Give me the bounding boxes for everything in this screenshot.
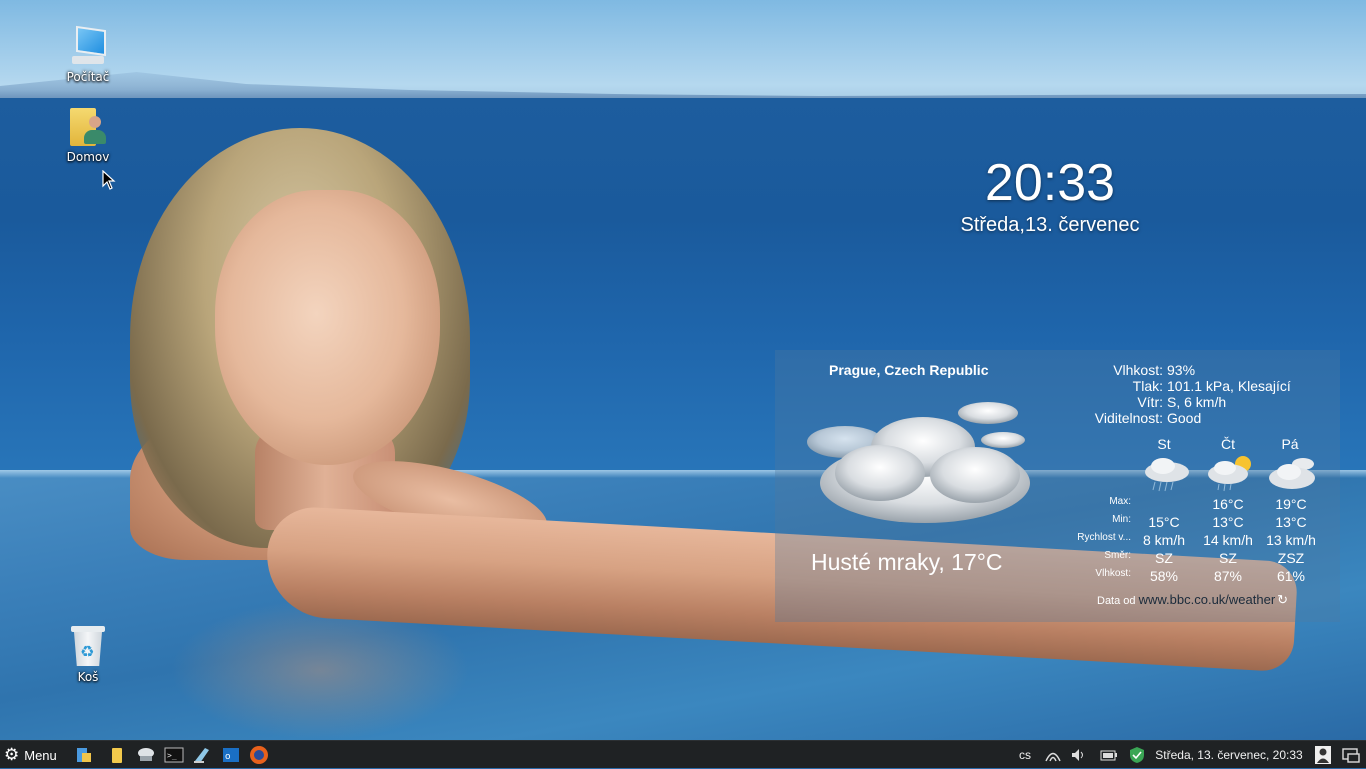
- desktop-icon-label: Počítač: [66, 70, 110, 84]
- forecast-label-wind-dir: Směr:: [1104, 550, 1131, 561]
- forecast-label-wind-speed: Rychlost v...: [1077, 532, 1131, 543]
- outlook-icon: o: [223, 748, 239, 762]
- terminal-icon: >_: [164, 747, 184, 763]
- gear-icon: ⚙: [4, 745, 20, 764]
- clock-time: 20:33: [984, 154, 1116, 212]
- weather-desklet: Prague, Czech Republic Husté mraky, 17°C…: [775, 350, 1340, 622]
- forecast-day-1: St: [1157, 436, 1171, 452]
- overcast-cloud-icon: [807, 402, 1030, 523]
- forecast-wind-dir-day-2: SZ: [1219, 550, 1237, 566]
- forecast-max-day-3: 19°C: [1275, 496, 1307, 512]
- menu-label: Menu: [24, 747, 57, 763]
- forecast-label-max: Max:: [1109, 496, 1131, 507]
- weather-source-label: Data od: [1097, 595, 1136, 607]
- home-folder-icon: [68, 106, 108, 148]
- weather-current-condition: Husté mraky, 17°C: [811, 549, 1003, 575]
- wallpaper-face: [215, 190, 440, 465]
- network-icon: [138, 748, 154, 761]
- file-manager-icon: [77, 748, 91, 762]
- svg-text:o: o: [225, 752, 231, 762]
- launcher-outlook[interactable]: o: [219, 741, 243, 769]
- weather-source: Data od www.bbc.co.uk/weather ↻: [1097, 592, 1288, 608]
- weather-source-link[interactable]: www.bbc.co.uk/weather: [1139, 592, 1276, 607]
- forecast-wind-speed-day-3: 13 km/h: [1266, 532, 1316, 548]
- desktop-icon-label: Koš: [77, 670, 99, 684]
- forecast-humidity-day-1: 58%: [1149, 568, 1179, 584]
- forecast-wind-dir-day-1: SZ: [1155, 550, 1173, 566]
- shield-icon[interactable]: [1126, 741, 1148, 769]
- show-desktop-icon[interactable]: [1340, 741, 1362, 769]
- volume-icon[interactable]: [1068, 741, 1090, 769]
- desktop-icon-label: Domov: [66, 150, 110, 164]
- launcher-terminal[interactable]: >_: [162, 741, 186, 769]
- desktop-icon-home[interactable]: Domov: [43, 106, 133, 164]
- forecast-label-min: Min:: [1112, 514, 1131, 525]
- weather-details: Vlhkost: 93% Tlak: 101.1 kPa, Klesající …: [1075, 362, 1291, 426]
- forecast-humidity-day-2: 87%: [1213, 568, 1243, 584]
- keyboard-layout-indicator[interactable]: cs: [1014, 741, 1036, 769]
- menu-button[interactable]: ⚙ Menu: [4, 741, 64, 769]
- computer-icon: [68, 25, 108, 68]
- launcher-files[interactable]: [105, 741, 129, 769]
- weather-location: Prague, Czech Republic: [829, 362, 989, 378]
- forecast-label-humidity: Vlhkost:: [1095, 568, 1131, 579]
- notes-icon: [194, 748, 209, 763]
- detail-row-wind: Vítr: S, 6 km/h: [1137, 394, 1227, 410]
- launcher-file-manager[interactable]: [72, 741, 96, 769]
- desktop-icon-computer[interactable]: Počítač: [43, 25, 133, 84]
- clock-date: Středa,13. červenec: [960, 214, 1140, 236]
- forecast-day-3: Pá: [1281, 436, 1299, 452]
- forecast-day-2: Čt: [1221, 436, 1235, 452]
- battery-icon[interactable]: [1098, 741, 1120, 769]
- forecast-max-day-2: 16°C: [1212, 496, 1244, 512]
- forecast-wind-dir-day-3: ZSZ: [1277, 550, 1305, 566]
- wifi-icon[interactable]: [1042, 741, 1064, 769]
- trash-icon: ♻: [71, 626, 105, 668]
- forecast-min-day-1: 15°C: [1148, 514, 1180, 530]
- forecast-min-day-2: 13°C: [1212, 514, 1244, 530]
- launcher-notes[interactable]: [190, 741, 214, 769]
- refresh-icon[interactable]: ↻: [1277, 592, 1288, 608]
- launcher-firefox[interactable]: [247, 741, 271, 769]
- cloud-icon: [1269, 458, 1315, 489]
- firefox-icon: [250, 746, 268, 764]
- launcher-network[interactable]: [134, 741, 158, 769]
- detail-row-humidity: Vlhkost: 93%: [1113, 362, 1196, 378]
- forecast-min-day-3: 13°C: [1275, 514, 1307, 530]
- rain-cloud-icon: [1145, 458, 1189, 492]
- taskbar-datetime[interactable]: Středa, 13. červenec, 20:33: [1152, 741, 1306, 769]
- desktop-icon-trash[interactable]: ♻ Koš: [43, 626, 133, 684]
- forecast-wind-speed-day-2: 14 km/h: [1203, 532, 1253, 548]
- detail-row-visibility: Viditelnost: Good: [1094, 410, 1202, 426]
- files-icon: [112, 748, 122, 763]
- detail-row-pressure: Tlak: 101.1 kPa, Klesající: [1132, 378, 1291, 394]
- user-icon[interactable]: [1312, 741, 1334, 769]
- taskbar: ⚙ Menu >_ o cs Středa, 13. červenec, 20:…: [0, 740, 1366, 768]
- sun-cloud-icon: [1208, 456, 1251, 492]
- clock-desklet: 20:33 Středa,13. červenec: [930, 152, 1170, 236]
- forecast-humidity-day-3: 61%: [1276, 568, 1306, 584]
- svg-text:>_: >_: [167, 751, 177, 760]
- forecast-wind-speed-day-1: 8 km/h: [1142, 532, 1185, 548]
